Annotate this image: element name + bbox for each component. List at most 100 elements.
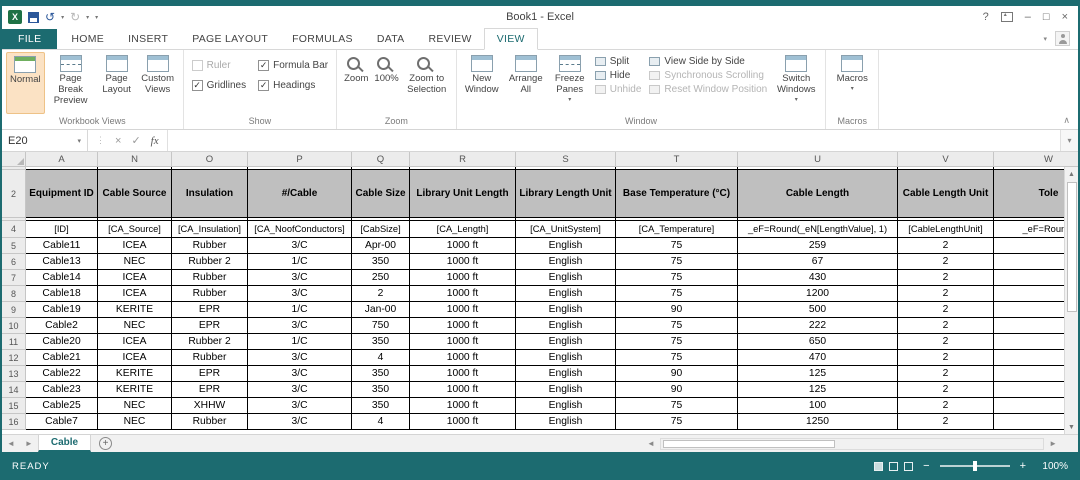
- data-cell[interactable]: Cable19: [26, 302, 98, 318]
- page-break-preview-button[interactable]: Page Break Preview: [45, 52, 97, 114]
- field-cell[interactable]: _eF=Round(_eN[LengthValue], 1): [738, 221, 898, 238]
- data-cell[interactable]: 2: [898, 238, 994, 254]
- data-cell[interactable]: English: [516, 414, 616, 430]
- data-cell[interactable]: 2: [898, 302, 994, 318]
- data-cell[interactable]: 350: [352, 382, 410, 398]
- column-header-U[interactable]: U: [738, 152, 898, 167]
- data-cell[interactable]: 90: [616, 382, 738, 398]
- zoom-slider-thumb[interactable]: [973, 461, 977, 471]
- data-cell[interactable]: 1000 ft: [410, 302, 516, 318]
- scroll-left-icon[interactable]: ◄: [642, 439, 660, 448]
- data-cell[interactable]: Cable22: [26, 366, 98, 382]
- data-cell[interactable]: Cable13: [26, 254, 98, 270]
- data-cell[interactable]: English: [516, 286, 616, 302]
- minimize-button[interactable]: –: [1025, 11, 1031, 23]
- customize-qat-icon[interactable]: ▾: [95, 14, 98, 21]
- data-cell[interactable]: 3/C: [248, 366, 352, 382]
- horizontal-scroll-thumb[interactable]: [663, 440, 835, 448]
- data-cell[interactable]: EPR: [172, 302, 248, 318]
- data-cell[interactable]: NEC: [98, 398, 172, 414]
- table-header-cell[interactable]: Cable Size: [352, 170, 410, 218]
- table-header-cell[interactable]: Library Length Unit: [516, 170, 616, 218]
- table-header-cell[interactable]: Base Temperature (°C): [616, 170, 738, 218]
- ribbon-display-options-icon[interactable]: [1001, 12, 1013, 22]
- zoom-out-button[interactable]: −: [923, 460, 929, 472]
- data-cell[interactable]: 3/C: [248, 286, 352, 302]
- data-cell[interactable]: 1/C: [248, 302, 352, 318]
- data-cell[interactable]: 3/C: [248, 238, 352, 254]
- sheet-tab-cable[interactable]: Cable: [38, 435, 91, 452]
- select-all-button[interactable]: [2, 152, 26, 167]
- data-cell[interactable]: 1000 ft: [410, 318, 516, 334]
- data-cell[interactable]: 75: [616, 254, 738, 270]
- close-button[interactable]: ×: [1062, 11, 1068, 23]
- data-cell[interactable]: 350: [352, 398, 410, 414]
- page-layout-button[interactable]: Page Layout: [97, 52, 137, 114]
- data-cell[interactable]: Cable11: [26, 238, 98, 254]
- undo-dropdown-icon[interactable]: ▾: [61, 14, 64, 21]
- horizontal-scrollbar[interactable]: ◄ ►: [642, 435, 1062, 452]
- help-button[interactable]: ?: [983, 11, 989, 23]
- page-break-view-shortcut-icon[interactable]: [904, 462, 913, 471]
- new-sheet-button[interactable]: +: [99, 437, 112, 450]
- zoom-slider[interactable]: [940, 465, 1010, 467]
- data-cell[interactable]: Cable23: [26, 382, 98, 398]
- data-cell[interactable]: English: [516, 318, 616, 334]
- data-cell[interactable]: 75: [616, 398, 738, 414]
- data-cell[interactable]: ICEA: [98, 286, 172, 302]
- sheet-nav-right-icon[interactable]: ►: [20, 435, 38, 452]
- table-header-cell[interactable]: Cable Length Unit: [898, 170, 994, 218]
- data-cell[interactable]: ICEA: [98, 350, 172, 366]
- table-header-cell[interactable]: Cable Length: [738, 170, 898, 218]
- data-cell[interactable]: 1/C: [248, 254, 352, 270]
- scroll-up-icon[interactable]: ▲: [1065, 167, 1078, 181]
- data-cell[interactable]: 350: [352, 366, 410, 382]
- data-cell[interactable]: ICEA: [98, 334, 172, 350]
- undo-icon[interactable]: ↺: [45, 10, 55, 24]
- field-cell[interactable]: [CA_Length]: [410, 221, 516, 238]
- data-cell[interactable]: 1000 ft: [410, 350, 516, 366]
- view-side-by-side-button[interactable]: View Side by Side: [649, 56, 767, 67]
- data-cell[interactable]: Rubber 2: [172, 254, 248, 270]
- data-cell[interactable]: 500: [738, 302, 898, 318]
- data-cell[interactable]: 2: [898, 270, 994, 286]
- data-cell[interactable]: 1000 ft: [410, 414, 516, 430]
- data-cell[interactable]: 4: [352, 414, 410, 430]
- data-cell[interactable]: 2: [898, 382, 994, 398]
- row-header-16[interactable]: 16: [2, 414, 26, 430]
- data-cell[interactable]: 2: [898, 398, 994, 414]
- vertical-scrollbar[interactable]: ▲ ▼: [1064, 167, 1078, 434]
- data-cell[interactable]: EPR: [172, 366, 248, 382]
- field-cell[interactable]: [CA_UnitSystem]: [516, 221, 616, 238]
- data-cell[interactable]: 75: [616, 270, 738, 286]
- data-cell[interactable]: Cable14: [26, 270, 98, 286]
- custom-views-button[interactable]: Custom Views: [137, 52, 179, 114]
- row-header-4[interactable]: 4: [2, 221, 26, 238]
- formula-bar-checkbox[interactable]: ✓ Formula Bar: [258, 60, 328, 71]
- data-cell[interactable]: 75: [616, 350, 738, 366]
- field-cell[interactable]: [CA_Insulation]: [172, 221, 248, 238]
- zoom-percentage[interactable]: 100%: [1036, 461, 1068, 472]
- table-header-cell[interactable]: Library Unit Length: [410, 170, 516, 218]
- data-cell[interactable]: 222: [738, 318, 898, 334]
- ribbon-tab-home[interactable]: HOME: [59, 29, 116, 49]
- enter-formula-icon[interactable]: ✓: [131, 134, 140, 147]
- data-cell[interactable]: 2: [898, 366, 994, 382]
- ribbon-tab-review[interactable]: REVIEW: [416, 29, 483, 49]
- column-header-A[interactable]: A: [26, 152, 98, 167]
- data-cell[interactable]: English: [516, 398, 616, 414]
- data-cell[interactable]: 2: [898, 414, 994, 430]
- data-cell[interactable]: 2: [898, 318, 994, 334]
- collapse-ribbon-icon[interactable]: ∧: [1063, 115, 1070, 126]
- data-cell[interactable]: 67: [738, 254, 898, 270]
- data-cell[interactable]: Rubber: [172, 286, 248, 302]
- vertical-scroll-thumb[interactable]: [1067, 182, 1077, 312]
- data-cell[interactable]: 125: [738, 366, 898, 382]
- redo-dropdown-icon[interactable]: ▾: [86, 14, 89, 21]
- data-cell[interactable]: Cable2: [26, 318, 98, 334]
- ribbon-tab-file[interactable]: FILE: [2, 29, 57, 49]
- table-header-cell[interactable]: #/Cable: [248, 170, 352, 218]
- normal-view-shortcut-icon[interactable]: [874, 462, 883, 471]
- data-cell[interactable]: 90: [616, 302, 738, 318]
- field-cell[interactable]: [CabSize]: [352, 221, 410, 238]
